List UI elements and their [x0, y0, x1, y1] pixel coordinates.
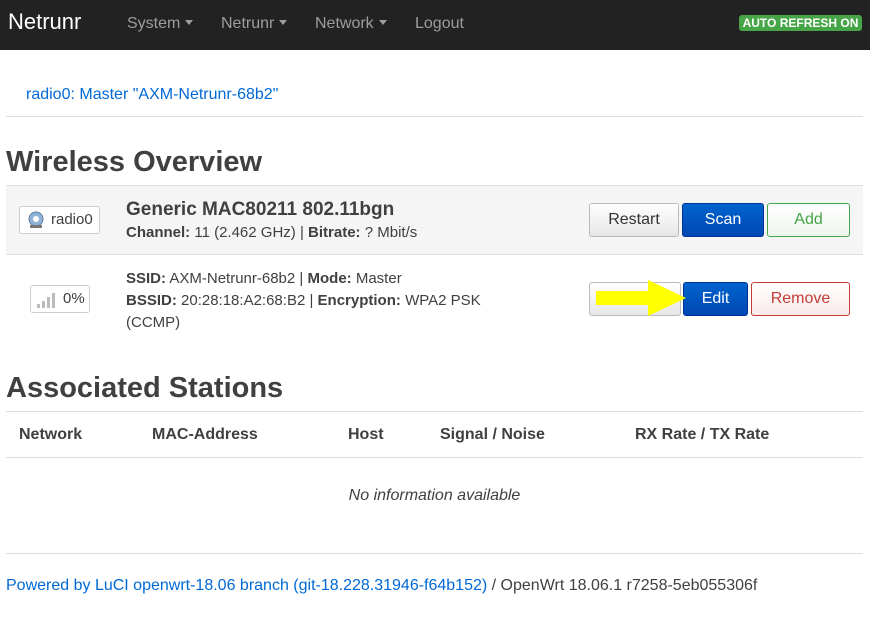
wireless-overview-heading: Wireless Overview [6, 146, 263, 178]
bitrate-value: ? Mbit/s [364, 224, 418, 241]
empty-message: No information available [348, 487, 521, 504]
divider [6, 116, 863, 117]
radio-badge-label: radio0 [51, 211, 93, 228]
caret-down-icon [378, 20, 387, 25]
menu-netrunr[interactable]: Netrunr [221, 15, 288, 33]
table-header-border [6, 457, 863, 458]
bssid-value: 20:28:18:A2:68:B2 [181, 292, 306, 309]
mode-value: Master [355, 270, 402, 287]
menu-logout-label: Logout [415, 15, 464, 32]
auto-refresh-badge[interactable]: AUTO REFRESH ON [739, 15, 862, 31]
signal-value: 0% [63, 290, 85, 307]
network-info: SSID: AXM-Netrunr-68b2 | Mode: Master BS… [126, 268, 546, 334]
footer: Powered by LuCI openwrt-18.06 branch (gi… [6, 577, 757, 595]
bssid-label: BSSID: [126, 292, 177, 309]
associated-stations-heading: Associated Stations [6, 372, 284, 404]
annotation-arrow-icon [596, 280, 686, 316]
column-mac-address: MAC-Address [152, 426, 258, 443]
column-signal-noise: Signal / Noise [440, 426, 545, 443]
column-rx-tx-rate: RX Rate / TX Rate [635, 426, 770, 443]
separator: | [299, 224, 304, 241]
footer-divider [6, 553, 863, 554]
mode-label: Mode: [307, 270, 352, 287]
menu-system[interactable]: System [127, 15, 194, 33]
column-network: Network [19, 426, 83, 443]
signal-bars-icon [37, 293, 55, 308]
ssid-value: AXM-Netrunr-68b2 [169, 270, 296, 287]
top-navbar: Netrunr System Netrunr Network Logout AU… [0, 0, 870, 50]
device-title: Generic MAC80211 802.11bgn [126, 199, 395, 220]
brand-logo[interactable]: Netrunr [8, 9, 81, 35]
remove-button[interactable]: Remove [751, 282, 850, 316]
scan-button[interactable]: Scan [682, 203, 764, 237]
encryption-value: WPA2 PSK [405, 292, 481, 309]
network-row: 0% SSID: AXM-Netrunr-68b2 | Mode: Master… [6, 255, 863, 345]
footer-version: / OpenWrt 18.06.1 r7258-5eb055306f [491, 577, 758, 594]
menu-netrunr-label: Netrunr [221, 15, 275, 32]
menu-system-label: System [127, 15, 181, 32]
ssid-label: SSID: [126, 270, 167, 287]
table-top-border [6, 411, 863, 412]
menu-logout[interactable]: Logout [415, 15, 464, 33]
add-button[interactable]: Add [767, 203, 850, 237]
separator: | [299, 270, 304, 287]
luci-link[interactable]: Powered by LuCI openwrt-18.06 branch (gi… [6, 577, 487, 594]
radio-badge: radio0 [19, 206, 100, 234]
caret-down-icon [279, 20, 288, 25]
menu-network[interactable]: Network [315, 15, 387, 33]
column-host: Host [348, 426, 384, 443]
restart-button[interactable]: Restart [589, 203, 679, 237]
menu-network-label: Network [315, 15, 374, 32]
encryption-label: Encryption: [317, 292, 401, 309]
encryption-extra: (CCMP) [126, 314, 181, 331]
device-row: radio0 Generic MAC80211 802.11bgn Channe… [6, 185, 863, 255]
wifi-radio-icon [28, 211, 44, 228]
signal-badge: 0% [30, 285, 90, 313]
device-subtitle: Channel: 11 (2.462 GHz) | Bitrate: ? Mbi… [126, 224, 417, 241]
edit-button[interactable]: Edit [683, 282, 748, 316]
caret-down-icon [185, 20, 194, 25]
channel-value: 11 (2.462 GHz) [194, 224, 296, 241]
separator: | [309, 292, 314, 309]
channel-label: Channel: [126, 224, 191, 241]
tab-radio0-master[interactable]: radio0: Master "AXM-Netrunr-68b2" [26, 86, 278, 104]
bitrate-label: Bitrate: [308, 224, 361, 241]
